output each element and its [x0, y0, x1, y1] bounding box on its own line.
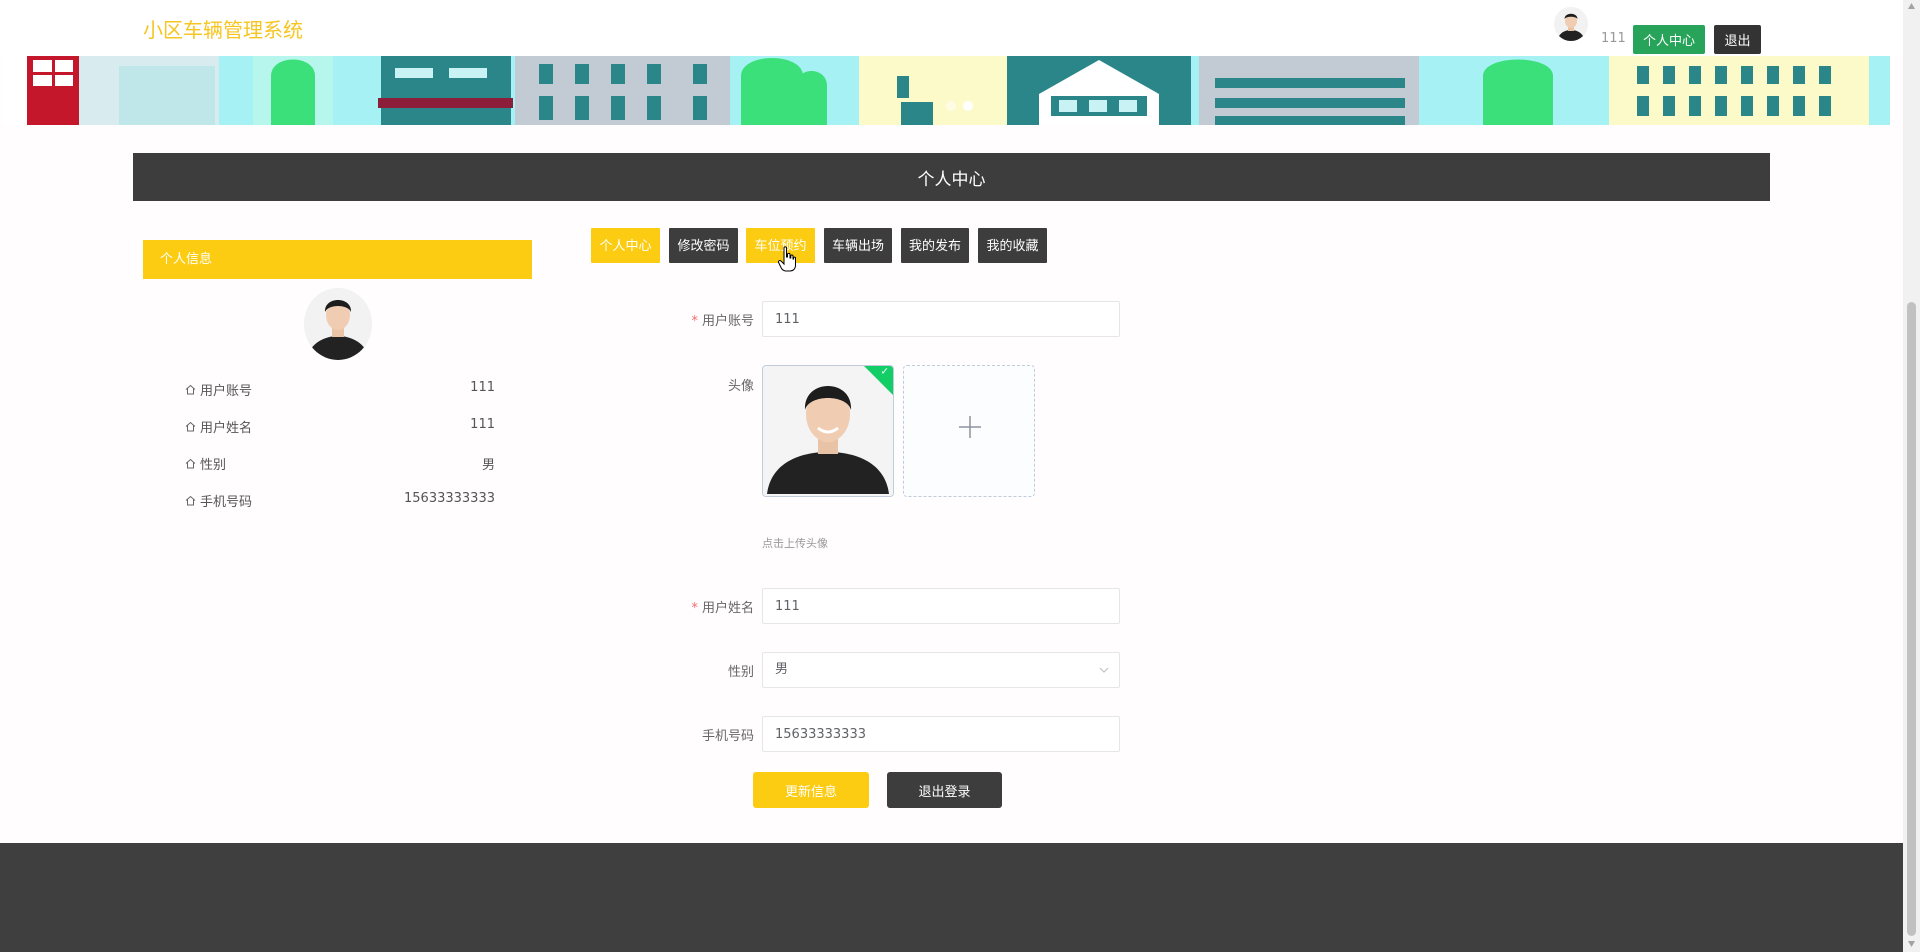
avatar-portrait-icon — [1554, 7, 1588, 41]
scroll-up-arrow-icon[interactable] — [1908, 3, 1915, 9]
logout-button[interactable]: 退出 — [1714, 25, 1761, 54]
scroll-thumb[interactable] — [1907, 302, 1916, 936]
home-icon — [185, 384, 196, 395]
info-row-account: 用户账号 111 — [185, 380, 495, 400]
home-icon — [185, 458, 196, 469]
footer — [0, 843, 1903, 952]
section-title: 个人中心 — [133, 153, 1770, 201]
tab-personal-center[interactable]: 个人中心 — [591, 228, 660, 263]
personal-center-button[interactable]: 个人中心 — [1633, 25, 1705, 54]
name-input[interactable] — [762, 588, 1120, 624]
profile-avatar — [304, 288, 372, 360]
info-value: 15633333333 — [404, 491, 495, 506]
home-icon — [185, 495, 196, 506]
gender-selected-value: 男 — [775, 662, 789, 677]
info-label: 用户账号 — [200, 384, 253, 399]
info-value: 111 — [470, 380, 495, 395]
gender-label: 性别 — [727, 665, 754, 680]
update-info-button[interactable]: 更新信息 — [753, 772, 869, 808]
tab-change-password[interactable]: 修改密码 — [669, 228, 738, 263]
uploaded-avatar[interactable]: ✓ — [762, 365, 894, 497]
account-input[interactable] — [762, 301, 1120, 337]
info-label: 手机号码 — [200, 495, 253, 510]
personal-info-title: 个人信息 — [143, 240, 532, 279]
info-label: 用户姓名 — [200, 421, 253, 436]
info-row-phone: 手机号码 15633333333 — [185, 491, 495, 511]
phone-input[interactable] — [762, 716, 1120, 752]
avatar-label: 头像 — [727, 379, 754, 394]
info-row-name: 用户姓名 111 — [185, 417, 495, 437]
hand-cursor-icon — [778, 246, 796, 272]
tab-my-posts[interactable]: 我的发布 — [901, 228, 969, 263]
upload-tip: 点击上传头像 — [762, 537, 828, 550]
top-navbar: 小区车辆管理系统 111 个人中心 退出 — [0, 0, 1903, 56]
plus-icon — [959, 416, 981, 438]
banner-carousel[interactable] — [3, 56, 1890, 125]
user-avatar[interactable] — [1554, 7, 1588, 41]
scroll-down-arrow-icon[interactable] — [1908, 941, 1915, 947]
avatar-photo — [763, 366, 893, 496]
tab-my-favorites[interactable]: 我的收藏 — [978, 228, 1047, 263]
check-icon: ✓ — [880, 366, 889, 378]
home-icon — [185, 421, 196, 432]
phone-label: 手机号码 — [701, 729, 754, 744]
account-label: * 用户账号 — [691, 314, 754, 329]
info-value: 男 — [481, 458, 495, 473]
city-illustration — [3, 56, 1890, 125]
chevron-down-icon — [1099, 667, 1109, 673]
scrollbar[interactable] — [1903, 0, 1920, 952]
app-title: 小区车辆管理系统 — [143, 18, 303, 42]
gender-select[interactable]: 男 — [762, 652, 1120, 688]
info-value: 111 — [470, 417, 495, 432]
logout-account-button[interactable]: 退出登录 — [887, 772, 1002, 808]
carousel-dot[interactable] — [946, 101, 956, 111]
top-username: 111 — [1601, 31, 1626, 46]
info-label: 性别 — [200, 458, 227, 473]
avatar-upload-button[interactable] — [903, 365, 1035, 497]
tab-vehicle-exit[interactable]: 车辆出场 — [824, 228, 892, 263]
name-label: * 用户姓名 — [691, 601, 754, 616]
avatar-portrait-icon — [304, 288, 372, 360]
carousel-dot-active[interactable] — [963, 101, 973, 111]
info-row-gender: 性别 男 — [185, 454, 495, 474]
